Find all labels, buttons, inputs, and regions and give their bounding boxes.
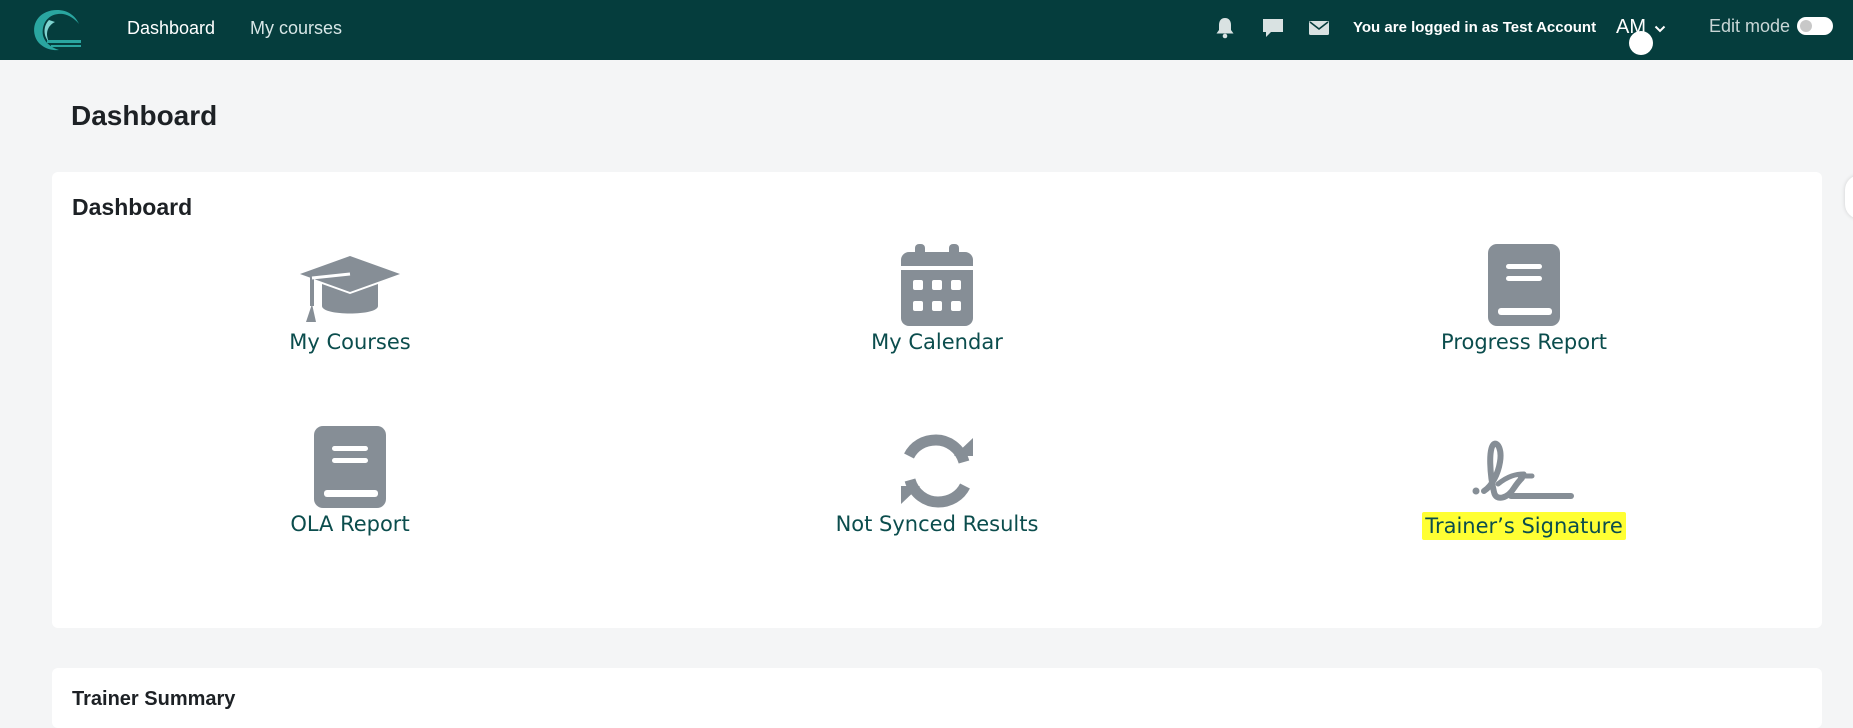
book-icon: [314, 426, 386, 508]
sync-icon: [898, 426, 976, 508]
tile-label: Trainer’s Signature: [1422, 512, 1626, 540]
calendar-icon: [901, 244, 973, 326]
tile-my-calendar[interactable]: My Calendar: [787, 244, 1087, 364]
tile-label: OLA Report: [290, 512, 410, 536]
nav-my-courses-link[interactable]: My courses: [250, 18, 342, 39]
tile-label: My Calendar: [871, 330, 1003, 354]
bell-icon[interactable]: [1212, 15, 1238, 41]
tile-label: My Courses: [289, 330, 411, 354]
tile-label: Not Synced Results: [835, 512, 1039, 536]
drawer-toggle-button[interactable]: [1845, 175, 1853, 219]
toggle-knob: [1800, 20, 1812, 32]
mouse-cursor-indicator: [1629, 31, 1653, 55]
edit-mode-label: Edit mode: [1709, 16, 1791, 36]
card-title: Trainer Summary: [72, 688, 236, 710]
tile-my-courses[interactable]: My Courses: [200, 244, 500, 364]
tile-ola-report[interactable]: OLA Report: [200, 426, 500, 546]
chevron-down-icon: [1654, 16, 1666, 39]
logged-in-status: You are logged in as Test Account: [1353, 19, 1597, 36]
graduation-cap-icon: [298, 244, 402, 326]
site-logo[interactable]: [27, 4, 89, 54]
book-icon: [1488, 244, 1560, 326]
mail-icon[interactable]: [1306, 15, 1332, 41]
chat-icon[interactable]: [1260, 15, 1286, 41]
top-navbar: Dashboard My courses You are logged in a…: [0, 0, 1853, 60]
tile-label: Progress Report: [1441, 330, 1607, 354]
tile-not-synced-results[interactable]: Not Synced Results: [787, 426, 1087, 546]
edit-mode-toggle[interactable]: [1797, 17, 1833, 35]
trainer-summary-card: Trainer Summary: [52, 668, 1822, 728]
card-title: Dashboard: [72, 194, 193, 220]
nav-dashboard-link[interactable]: Dashboard: [127, 18, 215, 39]
tile-progress-report[interactable]: Progress Report: [1374, 244, 1674, 364]
dashboard-card: Dashboard My Courses My Calendar Progres…: [52, 172, 1822, 628]
signature-icon: [1472, 426, 1576, 508]
tile-trainers-signature[interactable]: Trainer’s Signature: [1374, 426, 1674, 546]
page-title: Dashboard: [71, 100, 218, 131]
